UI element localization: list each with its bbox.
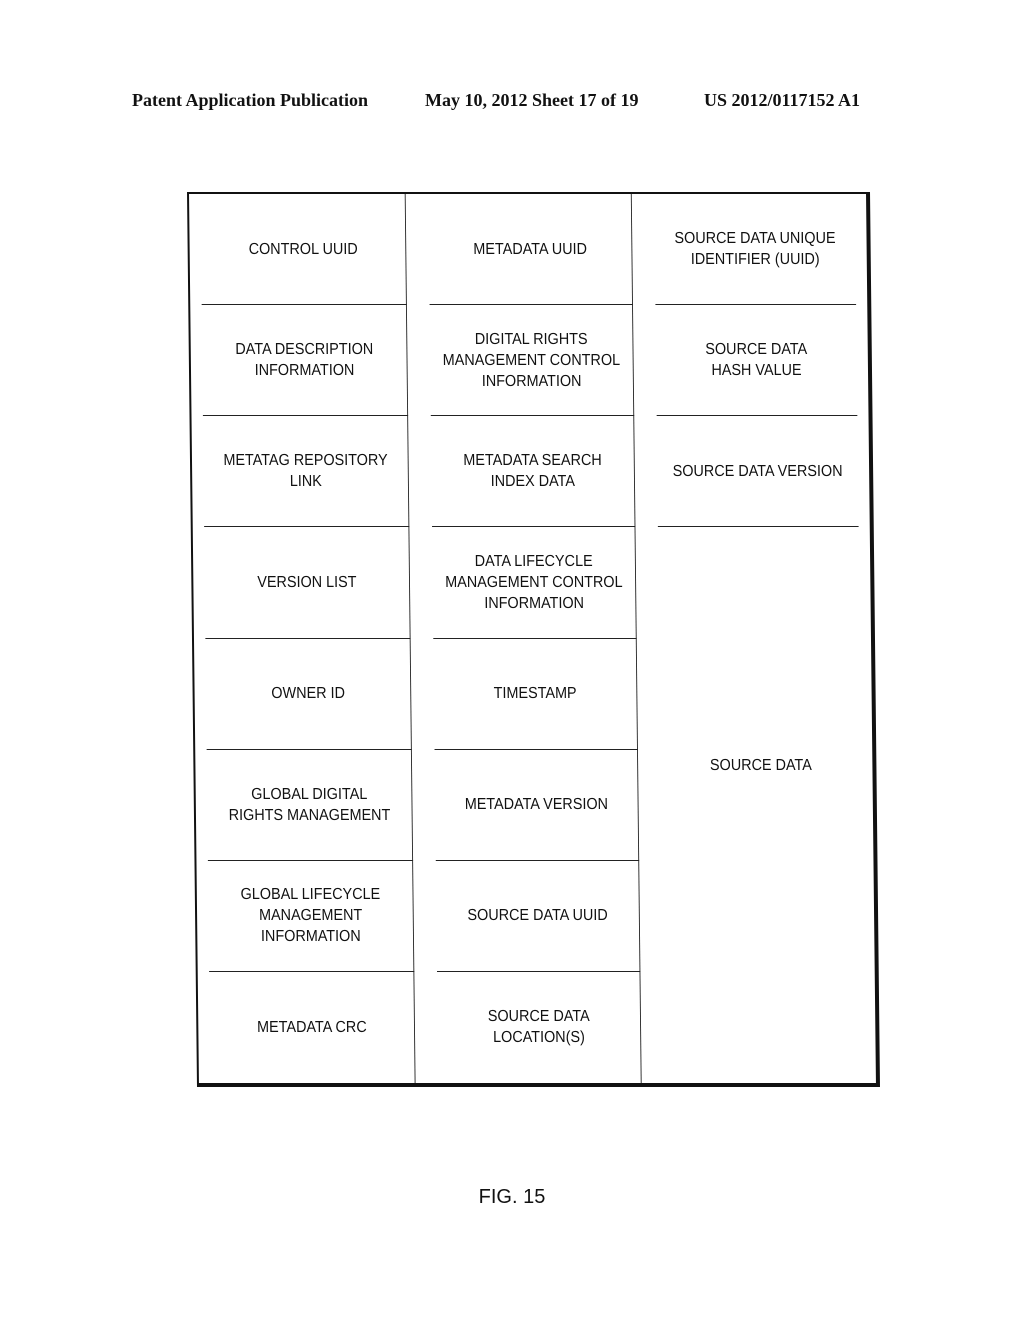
cell-metadata-version: METADATA VERSION: [434, 749, 640, 861]
cell-control-uuid: CONTROL UUID: [200, 194, 407, 306]
cell-timestamp: TIMESTAMP: [433, 638, 638, 750]
patent-number: US 2012/0117152 A1: [704, 90, 861, 110]
cell-metadata-search-index: METADATA SEARCH INDEX DATA: [430, 416, 636, 528]
cell-data-description: DATA DESCRIPTION INFORMATION: [201, 305, 409, 417]
cell-metatag-repository-link: METATAG REPOSITORY LINK: [202, 416, 410, 528]
cell-lifecycle-control: DATA LIFECYCLE MANAGEMENT CONTROL INFORM…: [432, 527, 637, 639]
figure-label: FIG. 15: [478, 1186, 546, 1208]
cell-source-data-unique-identifier: SOURCE DATA UNIQUE IDENTIFIER (UUID): [654, 194, 857, 306]
cell-source-data: SOURCE DATA: [709, 757, 812, 775]
cell-source-data-locations: SOURCE DATA LOCATION(S): [437, 971, 642, 1083]
cell-global-lifecycle: GLOBAL LIFECYCLE MANAGEMENT INFORMATION: [207, 860, 415, 972]
cell-metadata-crc: METADATA CRC: [209, 971, 416, 1083]
cell-global-drm: GLOBAL DIGITAL RIGHTS MANAGEMENT: [206, 749, 414, 861]
cell-owner-id: OWNER ID: [205, 638, 412, 750]
cell-version-list: VERSION LIST: [204, 527, 411, 639]
cell-metadata-uuid: METADATA UUID: [428, 194, 633, 306]
cell-source-data-hash: SOURCE DATA HASH VALUE: [655, 305, 858, 417]
metadata-structure-table: CONTROL UUID METADATA UUID SOURCE DATA U…: [187, 192, 880, 1087]
cell-source-data-version: SOURCE DATA VERSION: [656, 416, 859, 528]
cell-source-data-uuid: SOURCE DATA UUID: [435, 860, 641, 972]
publication-title: Patent Application Publication: [132, 90, 369, 110]
date-sheet: May 10, 2012 Sheet 17 of 19: [425, 90, 639, 110]
cell-drm-control: DIGITAL RIGHTS MANAGEMENT CONTROL INFORM…: [429, 305, 635, 417]
